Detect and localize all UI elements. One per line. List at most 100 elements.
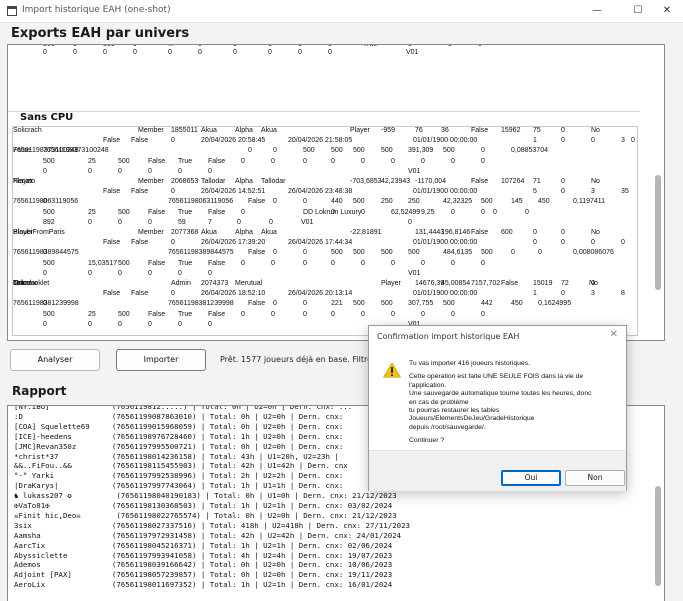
grid-cell: 62,52499	[391, 208, 421, 216]
grid-cell: Member	[138, 178, 164, 185]
dialog-text-line: Une sauvegarde automatique tourne toutes…	[409, 390, 592, 398]
grid-cell: False	[148, 259, 166, 267]
grid-cell: Player	[381, 280, 401, 287]
grid-cell: No	[591, 178, 600, 185]
exports-scrollbar[interactable]	[655, 175, 661, 290]
grid-cell: 0	[451, 259, 455, 267]
minimize-button[interactable]: —	[583, 0, 611, 22]
report-line: *christ*37 (76561198014236158) | Total: …	[14, 451, 339, 461]
grid-cell: 0	[481, 310, 485, 318]
sans-cpu-grid: Solicrach Member 1855011 Akua Alpha Akua Playe…	[12, 126, 638, 336]
grid-cell: 0	[481, 157, 485, 165]
dialog-text-line: Continuer ?	[409, 437, 445, 445]
grid-cell: 0	[178, 320, 182, 328]
grid-cell: 35	[621, 188, 629, 196]
top-row-cell: 0	[43, 49, 47, 56]
grid-cell: 196,8146	[441, 229, 471, 236]
grid-cell: 500	[381, 147, 393, 155]
grid-cell: False	[131, 290, 149, 298]
grid-cell: 0	[451, 310, 455, 318]
grid-cell: 0	[148, 269, 152, 277]
dialog-text-line: en cas de problème	[409, 398, 469, 406]
grid-cell: 0	[391, 310, 395, 318]
dialog-footer: Oui Non	[369, 450, 626, 491]
grid-cell: 0	[361, 310, 365, 318]
report-line: AeroLix (76561198011697352) | Total: 1h …	[14, 580, 393, 590]
grid-cell: 500	[43, 310, 55, 318]
grid-cell: 892	[43, 218, 55, 226]
dialog-text-line: depuis /root/sauvegarde/.	[409, 423, 486, 431]
grid-cell: 0	[241, 208, 245, 216]
top-row-cell: 0	[168, 49, 172, 56]
app-icon	[7, 6, 17, 16]
grid-cell: 500	[381, 300, 393, 308]
grid-cell: 0,1197411	[573, 198, 606, 206]
grid-cell: 25	[88, 157, 96, 165]
grid-cell: 0	[273, 147, 277, 155]
grid-cell: False	[103, 290, 121, 298]
report-scrollbar[interactable]	[655, 486, 661, 586]
grid-cell: 7	[208, 218, 212, 226]
report-line: °-° Yarki (76561197992538996) | Total: 2…	[14, 471, 344, 481]
grid-cell: 0	[248, 147, 252, 155]
grid-cell: 01/01/1900 00:00:00	[413, 239, 478, 247]
exports-panel[interactable]: 500 0 500 0... 0 0 0 0 0 True 0 0 0 0 0 0 0 0 0 0 0 0 0 V01 San…	[7, 44, 665, 341]
maximize-button[interactable]: ☐	[624, 0, 652, 22]
status-text: Prêt. 1577 joueurs déjà en base. Filtre …	[220, 355, 381, 364]
report-line: :D (76561199087863010) | Total: 0h | U2=…	[14, 411, 344, 421]
grid-cell: 42,32325	[443, 198, 473, 206]
grid-cell: True	[178, 310, 193, 318]
no-button[interactable]: Non	[565, 470, 625, 486]
grid-cell: 0	[361, 259, 365, 267]
grid-cell: 0	[391, 157, 395, 165]
grid-cell: 1	[533, 290, 537, 298]
grid-cell: Alpha	[235, 178, 253, 185]
analyze-button[interactable]: Analyser	[10, 349, 100, 371]
grid-cell: 0	[538, 249, 542, 257]
top-row-cell: 0	[268, 49, 272, 56]
grid-cell: 0	[391, 259, 395, 267]
grid-cell: 0	[271, 310, 275, 318]
grid-cell: 0,08853704	[511, 147, 548, 155]
grid-cell: 45,00854	[441, 280, 471, 287]
close-button[interactable]: ✕	[653, 0, 681, 22]
grid-cell: 500	[353, 147, 365, 155]
grid-cell: 0	[208, 167, 212, 175]
grid-cell: 250	[408, 198, 420, 206]
grid-cell: 76561198063119056	[168, 198, 234, 206]
yes-button[interactable]: Oui	[501, 470, 561, 486]
grid-cell: 0	[241, 157, 245, 165]
report-line: Aamsha (76561197972931458) | Total: 42h …	[14, 530, 402, 540]
grid-cell: 500	[331, 147, 343, 155]
import-button[interactable]: Importer	[116, 349, 206, 371]
top-row-cell: True	[363, 44, 378, 48]
dialog-close-icon[interactable]: ✕	[610, 329, 618, 340]
grid-cell: Member	[138, 229, 164, 236]
grid-cell: 0	[273, 300, 277, 308]
grid-cell: 500	[43, 208, 55, 216]
grid-cell: 0,1624995	[538, 300, 572, 308]
grid-cell: 76	[415, 127, 423, 134]
grid-cell: 0	[208, 269, 212, 277]
grid-cell: 0	[178, 167, 182, 175]
report-line: [ICE]-heedens (76561198976728460) | Tota…	[14, 431, 344, 441]
grid-cell: 0	[273, 198, 277, 206]
grid-cell: Member	[138, 127, 164, 134]
grid-cell: 0	[481, 147, 485, 155]
top-row-cell: 0	[233, 44, 237, 48]
grid-cell: 0	[481, 259, 485, 267]
grid-cell: 442	[481, 300, 493, 308]
report-line: [COA] Squelette69 (76561199015968059) | …	[14, 421, 344, 431]
grid-cell: 14676,39	[415, 280, 445, 287]
grid-cell: 0	[303, 157, 307, 165]
window-title: Import historique EAH (one-shot)	[22, 5, 171, 15]
grid-cell: 76561198381239998	[13, 300, 79, 308]
grid-cell: False	[103, 188, 121, 196]
grid-cell: 0	[273, 249, 277, 257]
grid-cell: V01	[301, 218, 314, 226]
grid-cell: V01	[408, 167, 421, 175]
grid-cell: Player	[350, 127, 370, 134]
grid-cell: 500	[118, 208, 130, 216]
report-heading: Rapport	[12, 384, 67, 398]
grid-cell: 0	[148, 320, 152, 328]
